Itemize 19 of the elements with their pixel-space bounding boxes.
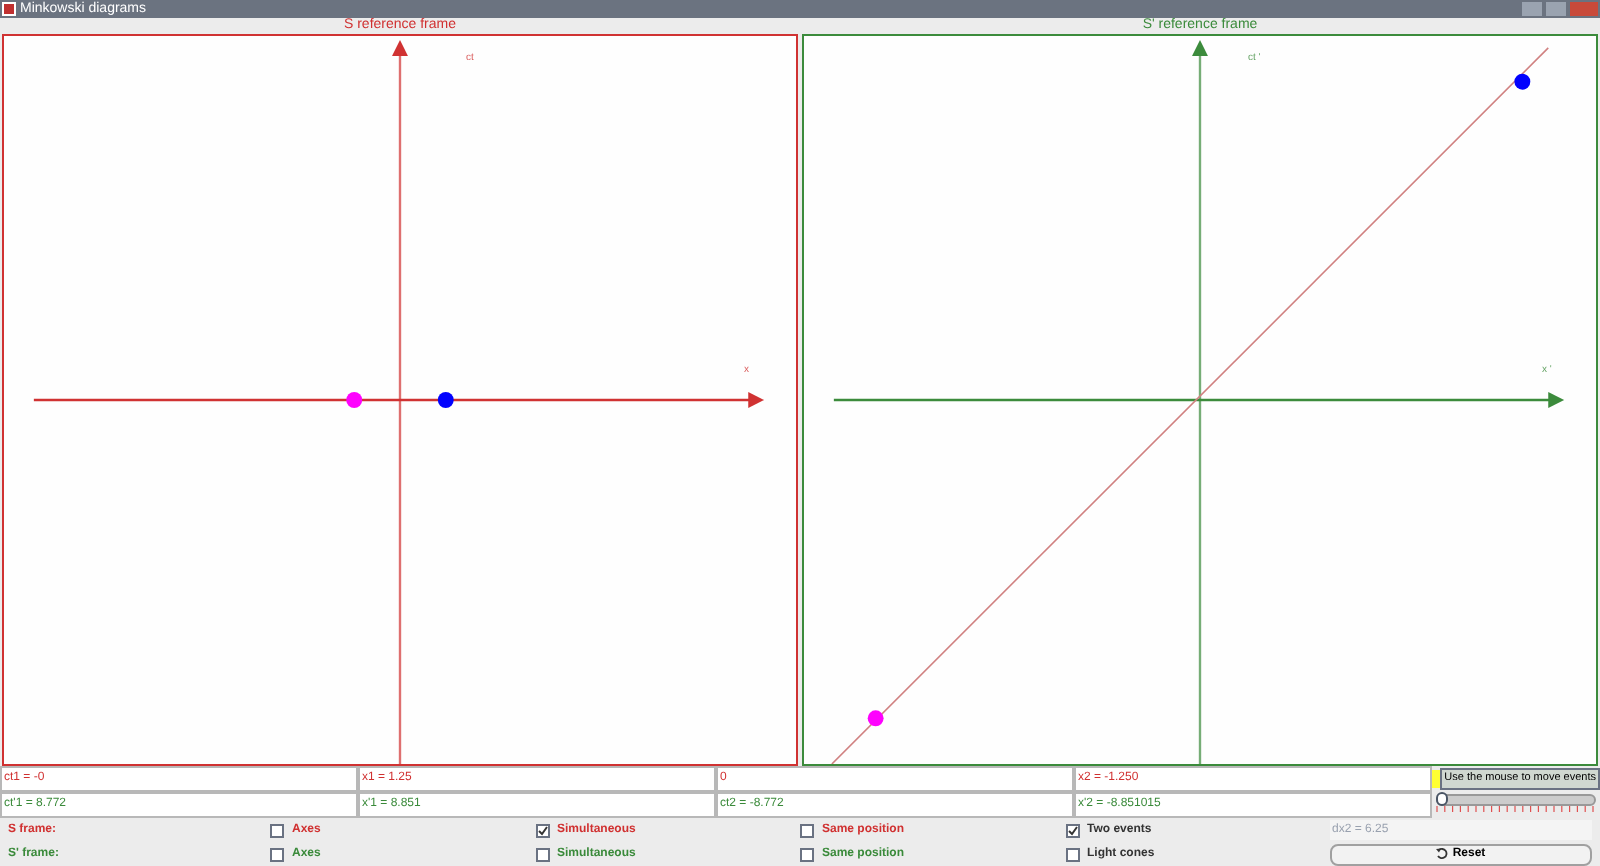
app-icon	[2, 2, 16, 16]
checkbox[interactable]	[1065, 823, 1079, 837]
slider-track[interactable]	[1436, 794, 1596, 806]
checkbox[interactable]	[270, 847, 284, 861]
checkbox[interactable]	[1065, 847, 1079, 861]
checkbox[interactable]	[535, 823, 549, 837]
slider-thumb[interactable]	[1436, 792, 1448, 806]
checkbox[interactable]	[800, 847, 814, 861]
event-dot[interactable]	[867, 710, 884, 727]
checkbox[interactable]	[800, 823, 814, 837]
event-dot[interactable]	[1514, 73, 1531, 90]
checkbox[interactable]	[270, 823, 284, 837]
check-icon	[537, 825, 547, 835]
checkbox[interactable]	[535, 847, 549, 861]
undo-icon	[1436, 848, 1449, 860]
event-dot[interactable]	[437, 392, 454, 408]
check-icon	[1067, 825, 1077, 835]
hint-icon	[1432, 770, 1441, 788]
event-dot[interactable]	[346, 392, 363, 408]
